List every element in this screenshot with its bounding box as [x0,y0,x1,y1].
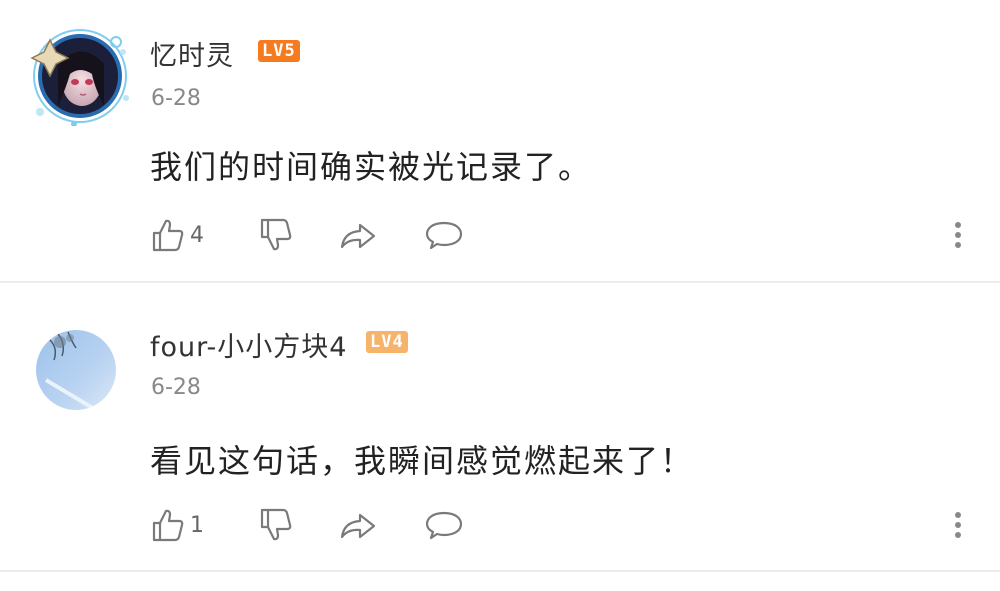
level-badge: LV5 [258,40,300,62]
divider [0,281,1000,283]
divider [0,570,1000,572]
comment-text: 我们的时间确实被光记录了。 [150,148,593,186]
comment-actions: 1 [150,503,970,547]
comment-text: 看见这句话，我瞬间感觉燃起来了！ [150,442,695,480]
avatar-frame-icon [30,29,129,126]
more-vertical-icon [955,222,961,248]
blue-sky-avatar-icon [36,330,116,410]
dislike-button[interactable] [258,213,294,257]
level-badge: LV4 [366,331,408,353]
avatar[interactable] [30,26,130,126]
share-button[interactable] [338,213,378,257]
like-button[interactable]: 1 [150,503,204,547]
share-arrow-icon [340,223,376,249]
thumbs-down-icon [260,218,292,251]
more-vertical-icon [955,512,961,538]
thumbs-up-icon [152,509,184,542]
comment-list: 忆时灵 LV5 6-28 我们的时间确实被光记录了。 4 four-小小方块4 … [0,0,1000,591]
comment-bubble-icon [425,221,463,250]
more-button[interactable] [946,503,970,547]
comment-date: 6-28 [151,375,201,400]
like-count: 4 [190,222,204,248]
reply-button[interactable] [424,213,464,257]
dislike-button[interactable] [258,503,294,547]
comment-item: four-小小方块4 LV4 6-28 看见这句话，我瞬间感觉燃起来了！ 1 [0,284,1000,570]
share-arrow-icon [340,513,376,539]
share-button[interactable] [338,503,378,547]
comment-item: 忆时灵 LV5 6-28 我们的时间确实被光记录了。 4 [0,0,1000,282]
reply-button[interactable] [424,503,464,547]
avatar[interactable] [36,330,116,410]
like-button[interactable]: 4 [150,213,204,257]
thumbs-down-icon [260,508,292,541]
thumbs-up-icon [152,219,184,252]
username[interactable]: 忆时灵 [150,34,234,73]
comment-actions: 4 [150,213,970,257]
username[interactable]: four-小小方块4 [150,325,347,364]
comment-date: 6-28 [151,86,201,111]
comment-bubble-icon [425,511,463,540]
like-count: 1 [190,512,204,538]
more-button[interactable] [946,213,970,257]
